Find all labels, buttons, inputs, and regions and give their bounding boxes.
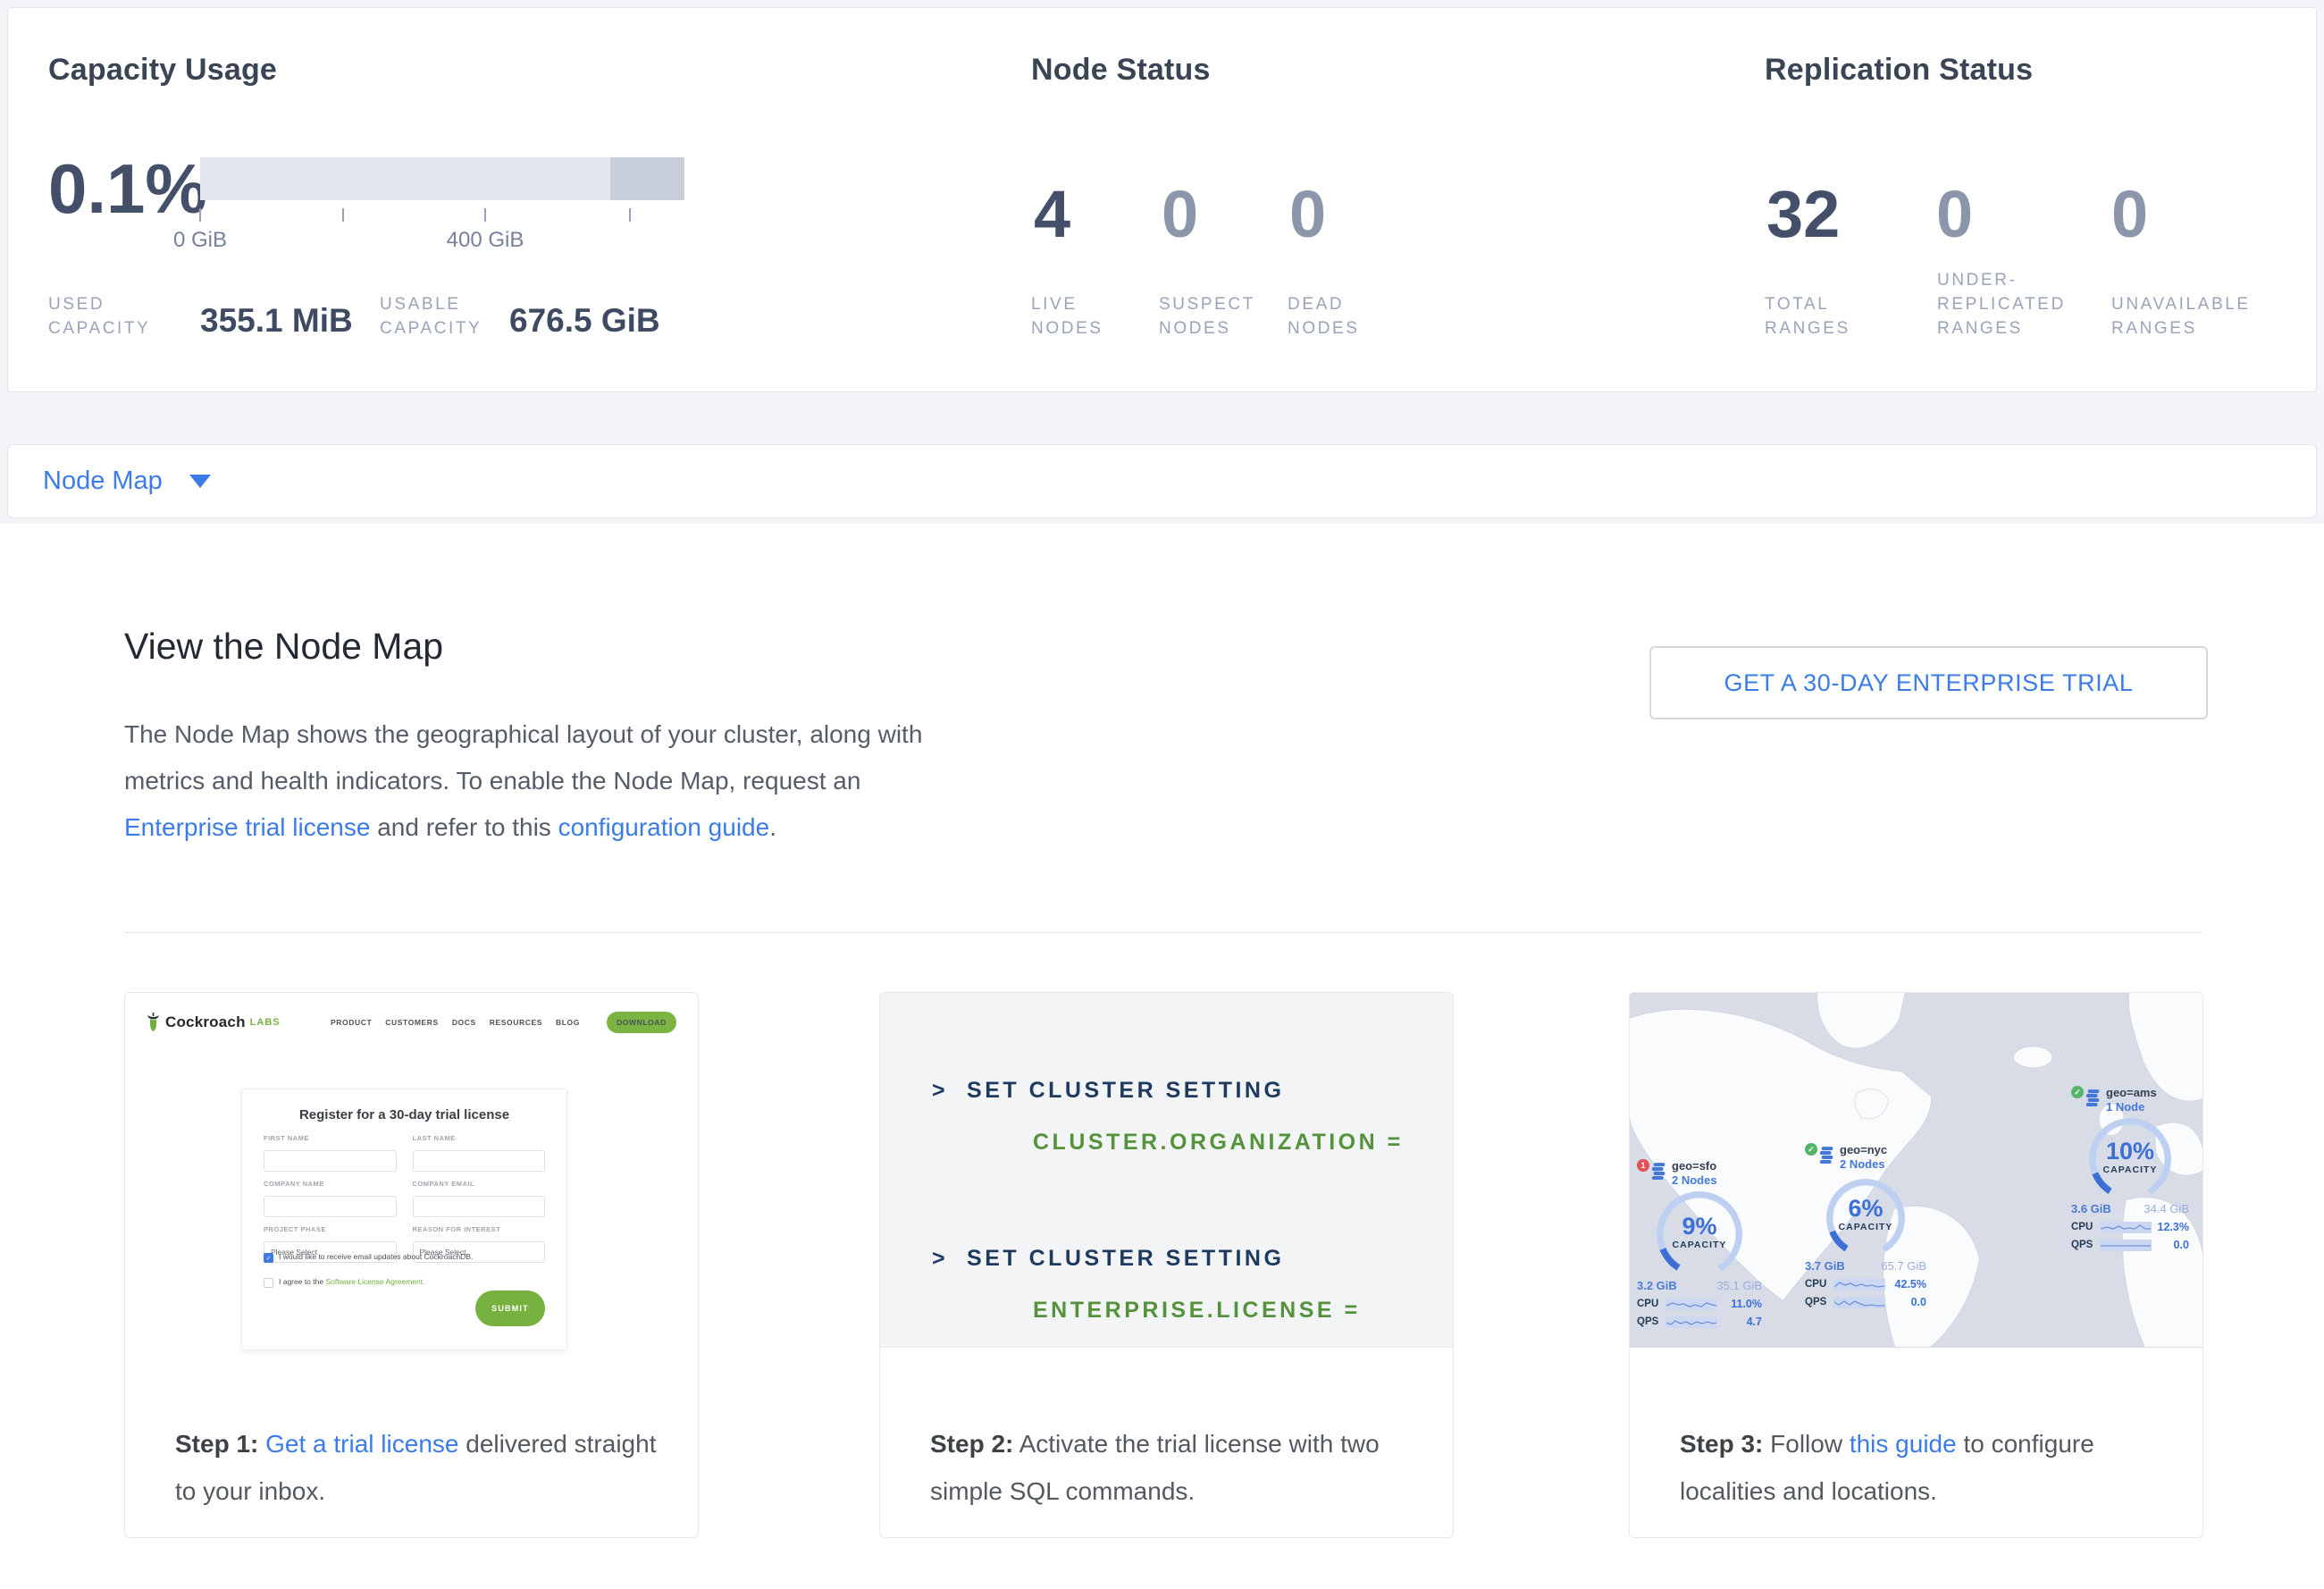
database-nodes-icon bbox=[2085, 1089, 2102, 1107]
mini-site-nav: PRODUCTCUSTOMERSDOCSRESOURCESBLOG DOWNLO… bbox=[331, 1012, 676, 1033]
database-nodes-icon bbox=[1651, 1163, 1667, 1181]
email-updates-checkbox: ✓ I would like to receive email updates … bbox=[264, 1252, 473, 1263]
sql-command-arg: ENTERPRISE.LICENSE = bbox=[1033, 1298, 1361, 1324]
registration-page-screenshot: Cockroach LABS PRODUCTCUSTOMERSDOCSRESOU… bbox=[125, 993, 698, 1348]
capacity-label: CAPACITY bbox=[1805, 1222, 1926, 1232]
this-guide-link[interactable]: this guide bbox=[1850, 1430, 1957, 1458]
used-capacity-label: USEDCAPACITY bbox=[48, 292, 150, 340]
step3-card: 1 geo=sfo 2 Nodes 9% CAPACITY 3.2 GiB 35… bbox=[1629, 992, 2203, 1538]
node-map-preview-image: 1 geo=sfo 2 Nodes 9% CAPACITY 3.2 GiB 35… bbox=[1630, 993, 2202, 1348]
live-nodes-count: 4 bbox=[1034, 178, 1070, 251]
step1-card: Cockroach LABS PRODUCTCUSTOMERSDOCSRESOU… bbox=[124, 992, 699, 1538]
locale-ams: ✓ geo=ams 1 Node 10% CAPACITY 3.6 GiB 34… bbox=[2071, 1086, 2189, 1251]
cockroach-labs-logo: Cockroach LABS bbox=[147, 1013, 281, 1032]
chevron-down-icon bbox=[189, 475, 211, 488]
usable-capacity-value: 676.5 GiB bbox=[509, 301, 660, 340]
get-trial-license-link[interactable]: Get a trial license bbox=[265, 1430, 458, 1458]
qps-sparkline bbox=[1833, 1297, 1885, 1308]
mini-submit-button: SUBMIT bbox=[475, 1291, 545, 1326]
healthy-badge-icon: ✓ bbox=[1805, 1143, 1817, 1156]
under-replicated-label: UNDER-REPLICATEDRANGES bbox=[1937, 268, 2066, 340]
capacity-usage-title: Capacity Usage bbox=[48, 53, 277, 88]
capacity-percent: 6% bbox=[1805, 1195, 1926, 1222]
unavailable-label: UNAVAILABLERANGES bbox=[2111, 292, 2251, 340]
locale-nyc: ✓ geo=nyc 2 Nodes 6% CAPACITY 3.7 GiB 65… bbox=[1805, 1143, 1926, 1308]
axis-tick-label: 0 GiB bbox=[173, 228, 227, 253]
sql-commands-panel: > SET CLUSTER SETTING CLUSTER.ORGANIZATI… bbox=[880, 993, 1453, 1348]
capacity-bar-used-segment bbox=[610, 157, 684, 200]
capacity-label: CAPACITY bbox=[1637, 1240, 1762, 1250]
mini-download-button: DOWNLOAD bbox=[607, 1012, 676, 1033]
enterprise-trial-button[interactable]: GET A 30-DAY ENTERPRISE TRIAL bbox=[1649, 646, 2208, 719]
node-map-description: The Node Map shows the geographical layo… bbox=[124, 711, 946, 851]
page-title: View the Node Map bbox=[124, 626, 443, 668]
last-name-field bbox=[413, 1150, 546, 1172]
configuration-guide-link[interactable]: configuration guide bbox=[558, 813, 770, 841]
checkbox-empty-icon bbox=[264, 1278, 273, 1288]
company-name-field bbox=[264, 1196, 397, 1217]
trial-registration-form: Register for a 30-day trial license FIRS… bbox=[241, 1089, 567, 1350]
replication-status-title: Replication Status bbox=[1765, 53, 2033, 88]
database-nodes-icon bbox=[1819, 1147, 1835, 1164]
total-ranges-label: TOTALRANGES bbox=[1765, 292, 1850, 340]
axis-tick bbox=[342, 208, 344, 222]
checkbox-checked-icon: ✓ bbox=[264, 1253, 273, 1263]
suspect-nodes-count: 0 bbox=[1162, 178, 1198, 251]
sql-command-line: > SET CLUSTER SETTING bbox=[932, 1246, 1284, 1272]
company-email-field bbox=[413, 1196, 546, 1217]
capacity-bar bbox=[200, 157, 684, 200]
dead-nodes-label: DEADNODES bbox=[1288, 292, 1360, 340]
axis-tick bbox=[199, 208, 201, 222]
dead-nodes-count: 0 bbox=[1289, 178, 1326, 251]
suspect-nodes-label: SUSPECTNODES bbox=[1159, 292, 1255, 340]
first-name-field bbox=[264, 1150, 397, 1172]
cockroach-bug-icon bbox=[147, 1013, 160, 1032]
step2-card: > SET CLUSTER SETTING CLUSTER.ORGANIZATI… bbox=[879, 992, 1454, 1538]
step1-caption: Step 1: Get a trial license delivered st… bbox=[175, 1420, 662, 1515]
total-ranges-count: 32 bbox=[1766, 178, 1840, 251]
healthy-badge-icon: ✓ bbox=[2071, 1086, 2084, 1098]
capacity-label: CAPACITY bbox=[2071, 1164, 2189, 1175]
used-capacity-value: 355.1 MiB bbox=[200, 301, 353, 340]
qps-sparkline bbox=[2100, 1240, 2152, 1251]
qps-sparkline bbox=[1665, 1316, 1717, 1328]
capacity-percent: 0.1% bbox=[48, 149, 207, 228]
under-replicated-count: 0 bbox=[1936, 178, 1973, 251]
axis-tick bbox=[629, 208, 631, 222]
cpu-sparkline bbox=[2100, 1222, 2152, 1233]
axis-tick-label: 400 GiB bbox=[447, 228, 524, 253]
node-status-title: Node Status bbox=[1031, 53, 1211, 88]
sql-command-line: > SET CLUSTER SETTING bbox=[932, 1078, 1284, 1104]
node-map-dropdown[interactable]: Node Map bbox=[7, 444, 2317, 518]
capacity-percent: 9% bbox=[1637, 1213, 1762, 1240]
cluster-summary-panel: Capacity Usage 0.1% 0 GiB 400 GiB USEDCA… bbox=[7, 7, 2317, 392]
cpu-sparkline bbox=[1665, 1299, 1717, 1310]
usable-capacity-label: USABLECAPACITY bbox=[380, 292, 482, 340]
section-divider bbox=[124, 932, 2202, 933]
locale-sfo: 1 geo=sfo 2 Nodes 9% CAPACITY 3.2 GiB 35… bbox=[1637, 1159, 1762, 1328]
step2-caption: Step 2: Activate the trial license with … bbox=[930, 1420, 1417, 1515]
unavailable-count: 0 bbox=[2111, 178, 2148, 251]
node-map-dropdown-label: Node Map bbox=[43, 467, 163, 496]
live-nodes-label: LIVENODES bbox=[1031, 292, 1103, 340]
step3-caption: Step 3: Follow this guide to configure l… bbox=[1680, 1420, 2167, 1515]
axis-tick bbox=[484, 208, 486, 222]
enterprise-trial-license-link[interactable]: Enterprise trial license bbox=[124, 813, 370, 841]
sql-command-arg: CLUSTER.ORGANIZATION = bbox=[1033, 1130, 1404, 1156]
license-agreement-checkbox: I agree to the Software License Agreemen… bbox=[264, 1277, 425, 1288]
cpu-sparkline bbox=[1833, 1279, 1885, 1291]
error-badge-icon: 1 bbox=[1637, 1159, 1649, 1172]
capacity-percent: 10% bbox=[2071, 1138, 2189, 1164]
